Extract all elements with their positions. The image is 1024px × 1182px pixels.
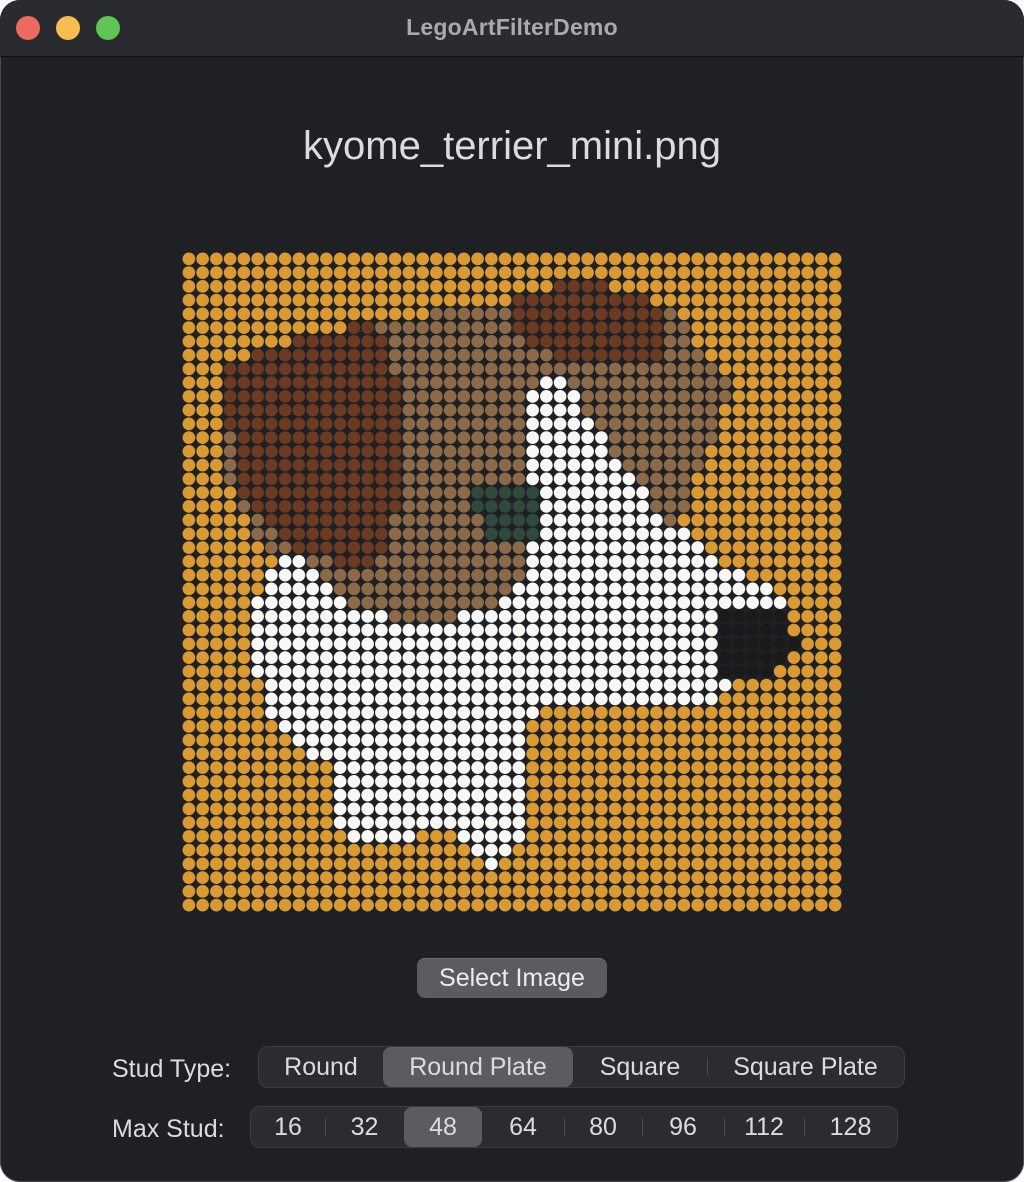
lego-mosaic-preview	[182, 252, 842, 912]
stud-type-label: Stud Type:	[112, 1055, 232, 1083]
file-name-label: kyome_terrier_mini.png	[303, 124, 721, 168]
max-stud-32[interactable]: 32	[325, 1107, 404, 1147]
title-bar: LegoArtFilterDemo	[0, 0, 1024, 57]
max-stud-80[interactable]: 80	[564, 1107, 642, 1147]
window-title: LegoArtFilterDemo	[406, 14, 618, 40]
max-stud-64[interactable]: 64	[482, 1107, 564, 1147]
max-stud-48[interactable]: 48	[404, 1107, 482, 1147]
max-stud-16[interactable]: 16	[251, 1107, 325, 1147]
max-stud-112[interactable]: 112	[724, 1107, 804, 1147]
stud-type-square[interactable]: Square	[573, 1047, 707, 1087]
max-stud-128[interactable]: 128	[804, 1107, 897, 1147]
stud-type-segmented-control[interactable]: Round Round Plate Square Square Plate	[258, 1046, 905, 1088]
select-image-button[interactable]: Select Image	[417, 958, 607, 998]
mosaic-canvas	[182, 252, 842, 912]
max-stud-label: Max Stud:	[112, 1115, 225, 1143]
stud-type-square-plate[interactable]: Square Plate	[707, 1047, 904, 1087]
max-stud-96[interactable]: 96	[642, 1107, 724, 1147]
stud-type-round-plate[interactable]: Round Plate	[383, 1047, 573, 1087]
max-stud-segmented-control[interactable]: 16 32 48 64 80 96 112 128	[250, 1106, 898, 1148]
app-window: LegoArtFilterDemo kyome_terrier_mini.png…	[0, 0, 1024, 1182]
stud-type-round[interactable]: Round	[259, 1047, 383, 1087]
